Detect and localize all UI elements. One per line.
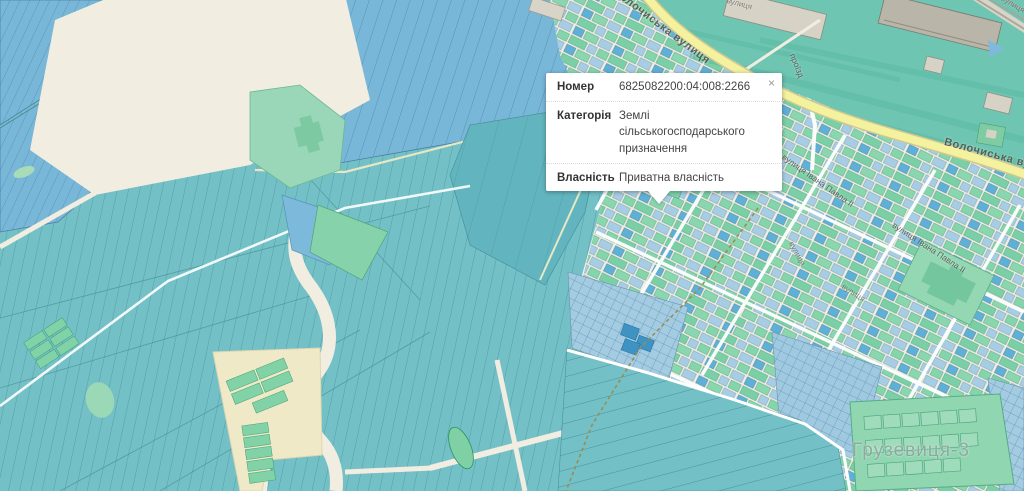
popup-label-ownership: Власність	[557, 170, 613, 187]
parcel-info-popup: × Номер 6825082200:04:008:2266 Категорія…	[546, 73, 782, 191]
cadastral-map-app: Волочиська вулиця Волочиська вулиця вули…	[0, 0, 1024, 491]
popup-row-number: Номер 6825082200:04:008:2266	[546, 73, 782, 101]
popup-row-category: Категорія Землі сільськогосподарського п…	[546, 101, 782, 163]
industrial-green-patch	[976, 123, 1005, 147]
farm-parcels-west[interactable]	[0, 0, 620, 491]
popup-value-category: Землі сільськогосподарського призначення	[619, 108, 771, 158]
popup-value-number: 6825082200:04:008:2266	[619, 79, 771, 96]
popup-label-category: Категорія	[557, 108, 613, 158]
popup-pointer	[648, 191, 670, 204]
map-svg[interactable]	[0, 0, 1024, 491]
popup-label-number: Номер	[557, 79, 613, 96]
garage-cooperative-area[interactable]	[850, 394, 1014, 491]
popup-rows: Номер 6825082200:04:008:2266 Категорія З…	[546, 73, 782, 191]
popup-row-ownership: Власність Приватна власність	[546, 163, 782, 192]
popup-value-ownership: Приватна власність	[619, 170, 771, 187]
close-icon[interactable]: ×	[766, 75, 777, 91]
